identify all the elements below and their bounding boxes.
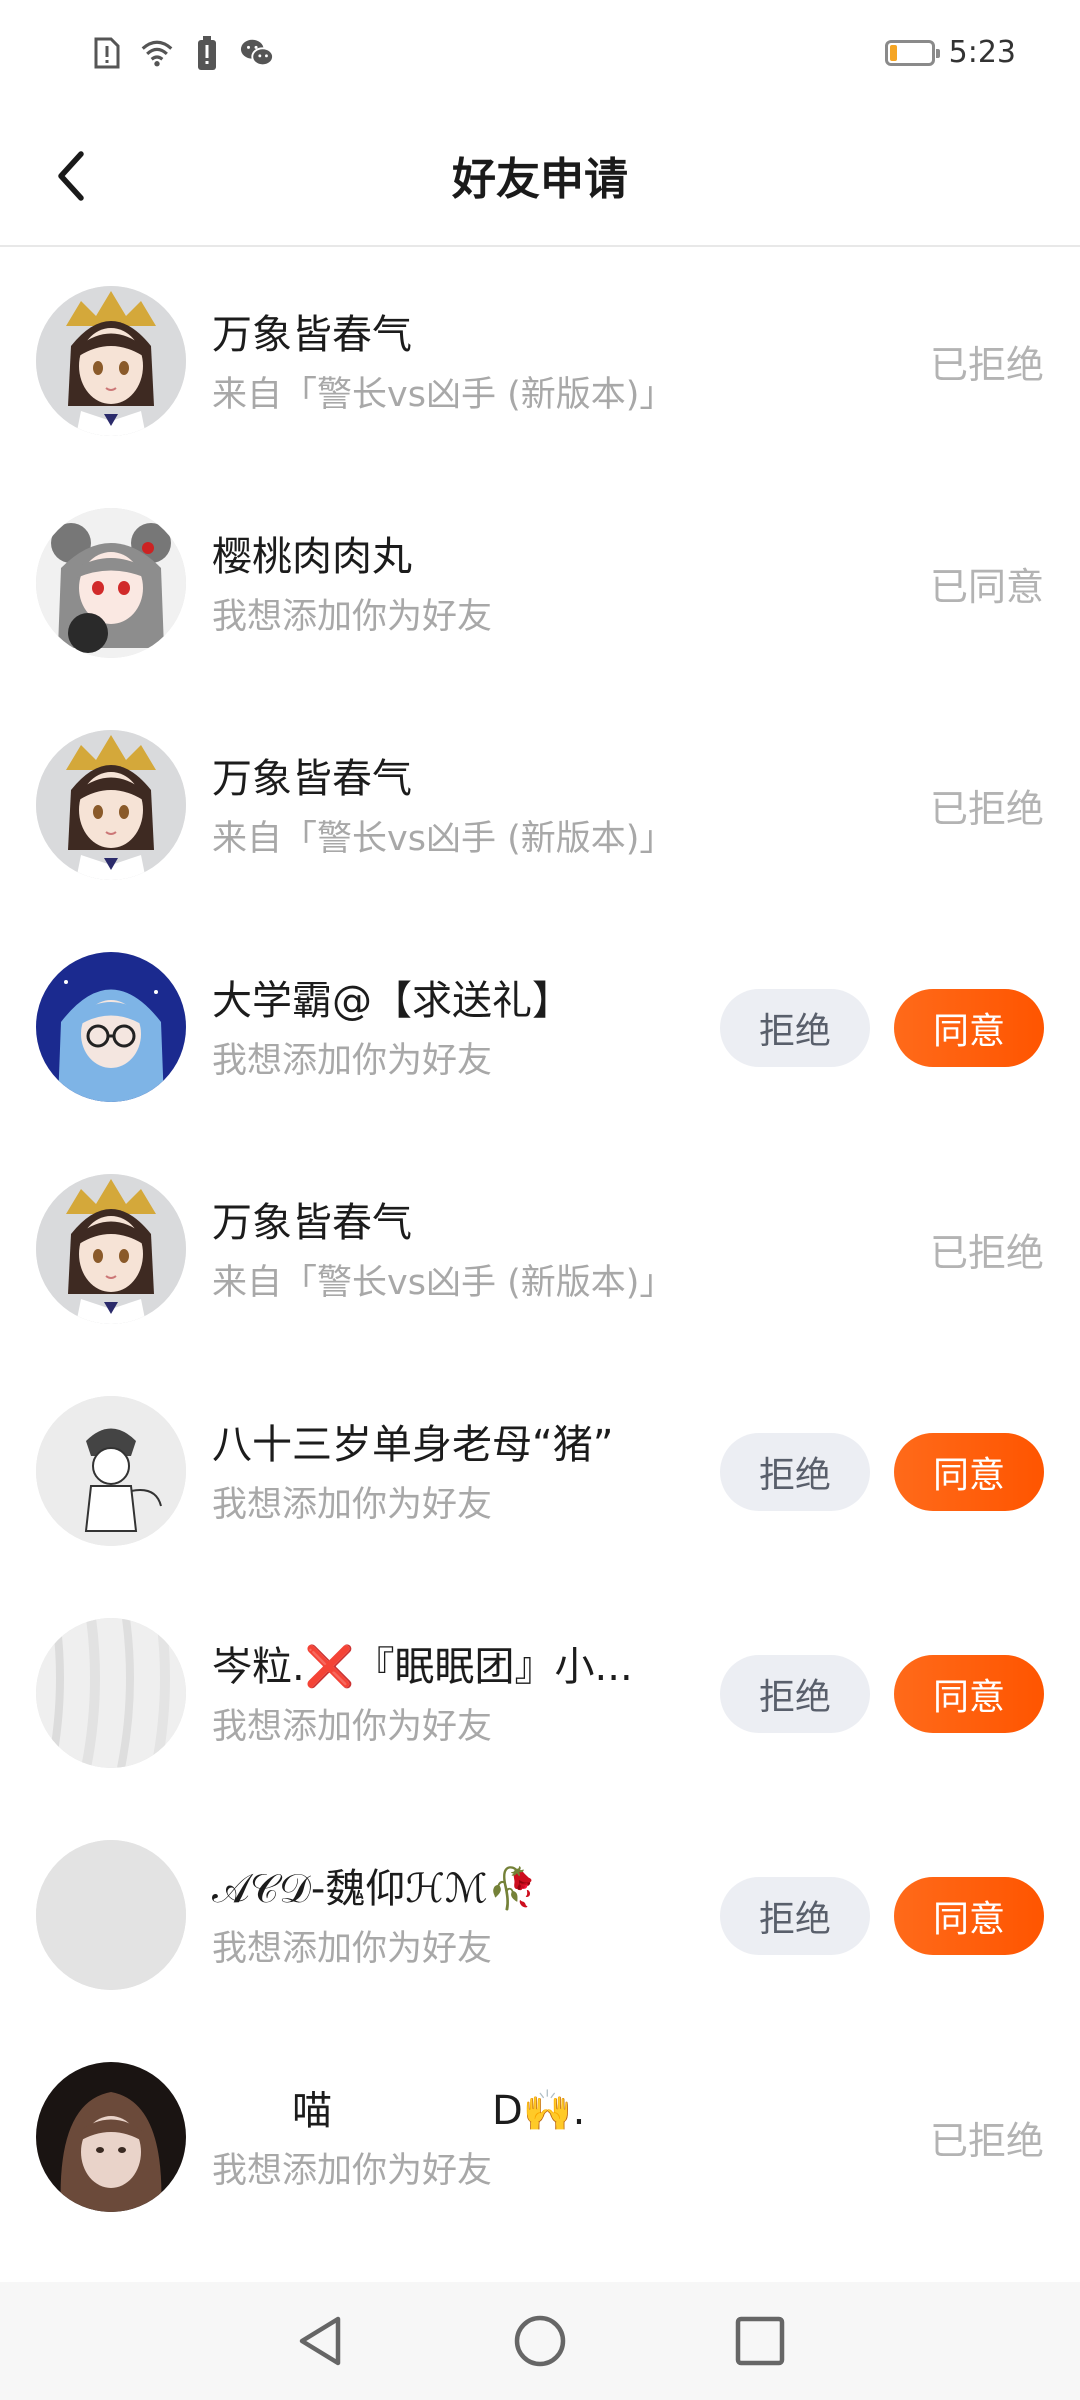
- accept-button[interactable]: 同意: [894, 989, 1044, 1067]
- request-status: 已拒绝: [929, 787, 1044, 831]
- requester-name: 岑粒.❌『眠眠团』小...: [212, 1644, 633, 1690]
- app-header: 好友申请: [0, 105, 1080, 247]
- battery-level-fill: [889, 44, 897, 61]
- sim-alert-icon: [90, 36, 124, 70]
- page-title: 好友申请: [452, 154, 628, 205]
- avatar[interactable]: [36, 952, 186, 1102]
- reject-button[interactable]: 拒绝: [720, 1877, 870, 1955]
- chevron-left-icon: [58, 151, 84, 201]
- friend-request-row[interactable]: 万象皆春气来自「警长vs凶手 (新版本)」 已拒绝: [0, 1138, 1080, 1360]
- avatar[interactable]: [36, 2062, 186, 2212]
- battery-alert-icon: [190, 35, 224, 70]
- clock: 5:23: [948, 35, 1016, 70]
- friend-request-row[interactable]: 万象皆春气来自「警长vs凶手 (新版本)」 已拒绝: [0, 250, 1080, 472]
- friend-request-row[interactable]: 𝒜𝒞𝒟-魏仰ℋℳ🥀 我想添加你为好友 拒绝 同意: [0, 1804, 1080, 2026]
- request-message: 我想添加你为好友: [212, 1485, 493, 1525]
- nav-recents-button[interactable]: [725, 2306, 795, 2376]
- friend-request-row[interactable]: 大学霸@【求送礼】我想添加你为好友 拒绝 同意: [0, 916, 1080, 1138]
- request-message: 我想添加你为好友: [212, 1041, 493, 1081]
- status-icons: [90, 35, 274, 70]
- wechat-icon: [240, 36, 274, 70]
- reject-button[interactable]: 拒绝: [720, 1433, 870, 1511]
- friend-request-row[interactable]: 万象皆春气来自「警长vs凶手 (新版本)」 已拒绝: [0, 694, 1080, 916]
- avatar[interactable]: [36, 508, 186, 658]
- friend-requests-screen: 5:23 好友申请 万象皆春气 来自「警长vs凶手 (新版本)」 已拒绝 樱桃肉肉丸我…: [0, 0, 1080, 2400]
- avatar[interactable]: [36, 1396, 186, 1546]
- request-message: 我想添加你为好友: [212, 1929, 493, 1969]
- request-message: 来自「警长vs凶手 (新版本)」: [212, 375, 675, 415]
- friend-request-row[interactable]: 岑粒.❌『眠眠团』小... 我想添加你为好友 拒绝 同意: [0, 1582, 1080, 1804]
- triangle-back-icon: [299, 2316, 341, 2366]
- request-message: 我想添加你为好友: [212, 1707, 493, 1747]
- accept-button[interactable]: 同意: [894, 1655, 1044, 1733]
- requester-name: 万象皆春气: [212, 312, 412, 358]
- avatar[interactable]: [36, 286, 186, 436]
- friend-request-row[interactable]: 八十三岁单身老母“猪” 我想添加你为好友 拒绝 同意: [0, 1360, 1080, 1582]
- avatar[interactable]: [36, 730, 186, 880]
- system-nav-bar: [0, 2282, 1080, 2400]
- square-recents-icon: [735, 2316, 785, 2366]
- friend-request-row[interactable]: 樱桃肉肉丸我想添加你为好友 已同意: [0, 472, 1080, 694]
- request-status: 已拒绝: [929, 1231, 1044, 1275]
- status-right: 5:23: [884, 35, 1016, 70]
- request-status: 已拒绝: [929, 343, 1044, 387]
- requester-name: 喵 D🙌.: [212, 2088, 586, 2134]
- reject-button[interactable]: 拒绝: [720, 989, 870, 1067]
- requester-name: 𝒜𝒞𝒟-魏仰ℋℳ🥀: [212, 1866, 538, 1912]
- nav-home-button[interactable]: [505, 2306, 575, 2376]
- reject-button[interactable]: 拒绝: [720, 1655, 870, 1733]
- request-status: 已同意: [929, 565, 1044, 609]
- request-message: 我想添加你为好友: [212, 597, 493, 637]
- back-button[interactable]: [36, 141, 106, 211]
- friend-request-list: 万象皆春气 来自「警长vs凶手 (新版本)」 已拒绝 樱桃肉肉丸 我想添加你为好友 已同意…: [0, 250, 1080, 2248]
- request-message: 来自「警长vs凶手 (新版本)」: [212, 1263, 675, 1303]
- request-status: 已拒绝: [929, 2119, 1044, 2163]
- avatar[interactable]: [36, 1618, 186, 1768]
- status-bar: 5:23: [0, 0, 1080, 105]
- requester-name: 八十三岁单身老母“猪”: [212, 1422, 614, 1468]
- battery-icon: [884, 39, 940, 66]
- avatar[interactable]: [36, 1840, 186, 1990]
- requester-name: 大学霸@【求送礼】: [212, 978, 572, 1024]
- requester-name: 万象皆春气: [212, 1200, 412, 1246]
- wifi-icon: [140, 36, 174, 70]
- accept-button[interactable]: 同意: [894, 1433, 1044, 1511]
- nav-back-button[interactable]: [285, 2306, 355, 2376]
- requester-name: 万象皆春气: [212, 756, 412, 802]
- requester-name: 樱桃肉肉丸: [212, 534, 412, 580]
- avatar[interactable]: [36, 1174, 186, 1324]
- request-message: 我想添加你为好友: [212, 2151, 493, 2191]
- circle-home-icon: [514, 2315, 566, 2367]
- friend-request-row[interactable]: 喵 D🙌. 我想添加你为好友 已拒绝: [0, 2026, 1080, 2248]
- accept-button[interactable]: 同意: [894, 1877, 1044, 1955]
- request-message: 来自「警长vs凶手 (新版本)」: [212, 819, 675, 859]
